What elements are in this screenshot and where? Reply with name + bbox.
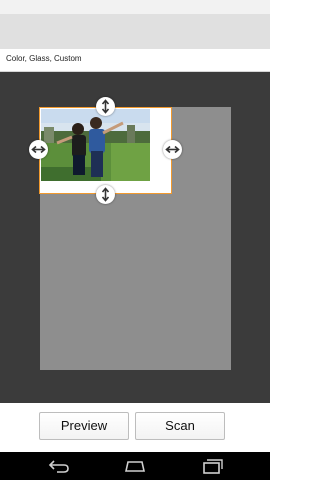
vertical-resize-icon	[101, 187, 110, 202]
status-bar	[0, 0, 270, 14]
preview-photo	[41, 109, 150, 181]
recents-button[interactable]	[200, 458, 224, 474]
scan-button[interactable]: Scan	[135, 412, 225, 440]
bottom-button-bar: Preview Scan	[0, 403, 270, 452]
back-icon	[48, 460, 69, 473]
horizontal-resize-icon	[31, 145, 46, 154]
crop-handle-left[interactable]	[29, 140, 48, 159]
crop-handle-right[interactable]	[163, 140, 182, 159]
scan-settings-summary: Color, Glass, Custom	[6, 54, 82, 63]
system-nav-bar	[0, 452, 270, 480]
recents-icon	[203, 459, 223, 474]
crop-handle-bottom[interactable]	[96, 185, 115, 204]
crop-handle-top[interactable]	[96, 97, 115, 116]
crop-frame[interactable]	[39, 107, 172, 194]
horizontal-resize-icon	[165, 145, 180, 154]
back-button[interactable]	[47, 458, 71, 474]
scan-settings-bar[interactable]: Color, Glass, Custom	[0, 49, 270, 72]
home-button[interactable]	[123, 458, 147, 474]
home-icon	[125, 461, 145, 472]
vertical-resize-icon	[101, 99, 110, 114]
action-bar	[0, 14, 270, 49]
preview-button[interactable]: Preview	[39, 412, 129, 440]
